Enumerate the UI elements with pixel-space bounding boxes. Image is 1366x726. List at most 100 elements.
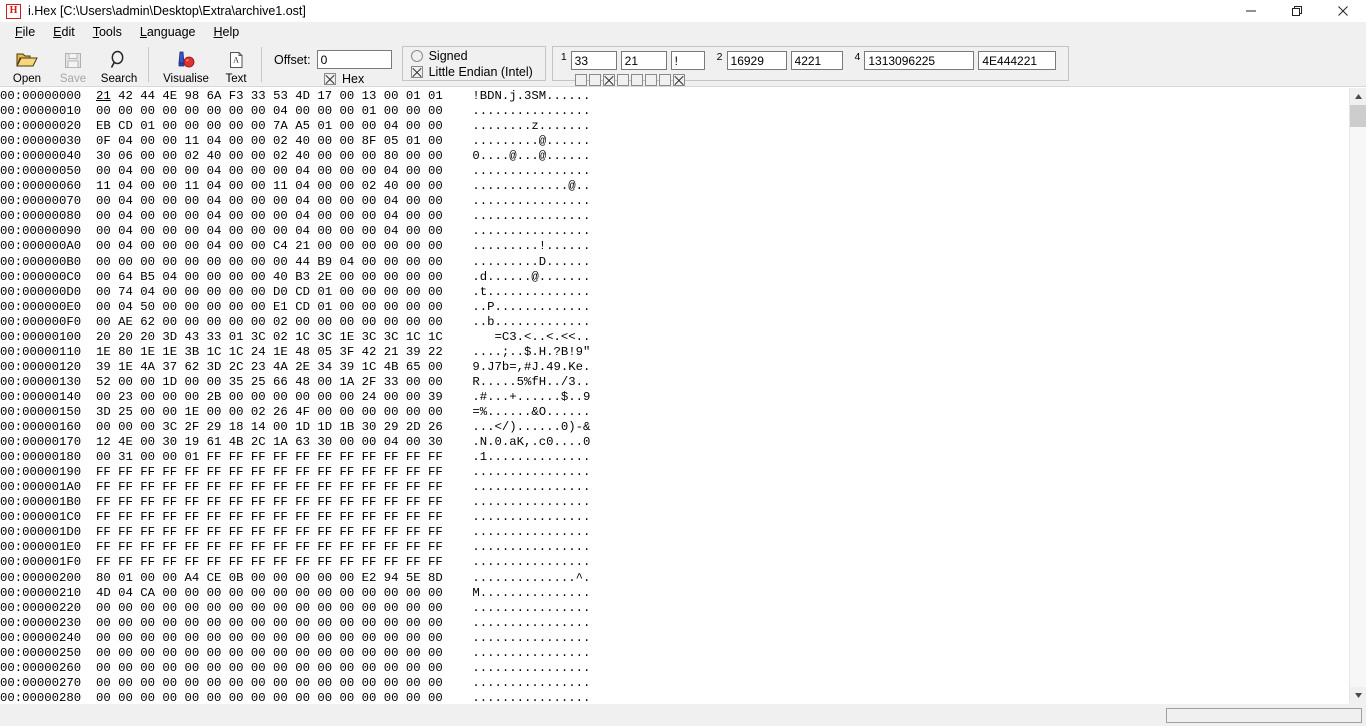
hex-row-ascii[interactable]: ..............^. bbox=[472, 571, 590, 585]
hex-row-ascii[interactable]: =%......&O...... bbox=[472, 405, 590, 419]
hex-row-bytes[interactable]: 00 00 00 00 00 00 00 00 00 00 00 00 00 0… bbox=[96, 601, 443, 615]
hex-row[interactable]: 00:00000180 00 31 00 00 01 FF FF FF FF F… bbox=[0, 450, 1349, 465]
hex-row-bytes[interactable]: FF FF FF FF FF FF FF FF FF FF FF FF FF F… bbox=[96, 495, 443, 509]
hex-row-bytes[interactable]: FF FF FF FF FF FF FF FF FF FF FF FF FF F… bbox=[96, 510, 443, 524]
hex-row-ascii[interactable]: ................ bbox=[472, 631, 590, 645]
hex-row-ascii[interactable]: ...</)......0)-& bbox=[472, 420, 590, 434]
hex-row-ascii[interactable]: ................ bbox=[472, 540, 590, 554]
minimize-button[interactable] bbox=[1228, 0, 1274, 22]
hex-checkbox[interactable] bbox=[324, 73, 336, 85]
hex-row[interactable]: 00:00000020 EB CD 01 00 00 00 00 00 7A A… bbox=[0, 119, 1349, 134]
bit-checkbox-2[interactable] bbox=[602, 74, 615, 86]
hex-row-ascii[interactable]: ................ bbox=[472, 691, 590, 704]
menu-item-language[interactable]: Language bbox=[131, 23, 205, 41]
hex-row-bytes[interactable]: 00 04 00 00 00 04 00 00 00 04 00 00 00 0… bbox=[96, 224, 443, 238]
hex-row-ascii[interactable]: .........@...... bbox=[472, 134, 590, 148]
byte-hex-input[interactable] bbox=[620, 51, 667, 70]
hex-row-ascii[interactable]: ................ bbox=[472, 555, 590, 569]
hex-row-bytes[interactable]: 00 23 00 00 00 2B 00 00 00 00 00 00 24 0… bbox=[96, 390, 443, 404]
hex-row-ascii[interactable]: 0....@...@...... bbox=[472, 149, 590, 163]
hex-row[interactable]: 00:000001F0 FF FF FF FF FF FF FF FF FF F… bbox=[0, 555, 1349, 570]
scroll-up-button[interactable] bbox=[1350, 88, 1366, 105]
hex-row-bytes[interactable]: 39 1E 4A 37 62 3D 2C 23 4A 2E 34 39 1C 4… bbox=[96, 360, 443, 374]
hex-row[interactable]: 00:00000060 11 04 00 00 11 04 00 00 11 0… bbox=[0, 179, 1349, 194]
bit-checkbox-0[interactable] bbox=[574, 74, 587, 86]
hex-row-ascii[interactable]: ................ bbox=[472, 224, 590, 238]
hex-row-ascii[interactable]: ..P............. bbox=[472, 300, 590, 314]
hex-row[interactable]: 00:00000220 00 00 00 00 00 00 00 00 00 0… bbox=[0, 601, 1349, 616]
vertical-scrollbar-thumb[interactable] bbox=[1350, 105, 1366, 127]
bit-checkbox-1[interactable] bbox=[588, 74, 601, 86]
open-button[interactable]: Open bbox=[4, 45, 50, 85]
horizontal-scrollbar[interactable] bbox=[1130, 701, 1366, 726]
hex-row[interactable]: 00:000000D0 00 74 04 00 00 00 00 00 D0 C… bbox=[0, 285, 1349, 300]
hex-row-ascii[interactable]: ................ bbox=[472, 480, 590, 494]
hex-row[interactable]: 00:000000B0 00 00 00 00 00 00 00 00 00 4… bbox=[0, 255, 1349, 270]
hex-row-ascii[interactable]: .........!...... bbox=[472, 239, 590, 253]
hex-row-bytes[interactable]: 00 00 00 00 00 00 00 00 00 00 00 00 00 0… bbox=[96, 616, 443, 630]
search-button[interactable]: Search bbox=[96, 45, 142, 85]
hex-row[interactable]: 00:00000080 00 04 00 00 00 04 00 00 00 0… bbox=[0, 209, 1349, 224]
bit-checkbox-6[interactable] bbox=[658, 74, 671, 86]
hex-row-bytes[interactable]: FF FF FF FF FF FF FF FF FF FF FF FF FF F… bbox=[96, 525, 443, 539]
hex-row[interactable]: 00:00000280 00 00 00 00 00 00 00 00 00 0… bbox=[0, 691, 1349, 704]
hex-row-bytes[interactable]: 80 01 00 00 A4 CE 0B 00 00 00 00 00 E2 9… bbox=[96, 571, 443, 585]
hex-row-bytes[interactable]: FF FF FF FF FF FF FF FF FF FF FF FF FF F… bbox=[96, 465, 443, 479]
little-endian-checkbox[interactable] bbox=[410, 66, 423, 78]
hex-row-bytes[interactable]: 0F 04 00 00 11 04 00 00 02 40 00 00 8F 0… bbox=[96, 134, 443, 148]
hex-row[interactable]: 00:000000E0 00 04 50 00 00 00 00 00 E1 C… bbox=[0, 300, 1349, 315]
word-decimal-input[interactable] bbox=[726, 51, 787, 70]
hex-row-bytes[interactable]: 11 04 00 00 11 04 00 00 11 04 00 00 02 4… bbox=[96, 179, 443, 193]
hex-row-bytes[interactable]: 21 42 44 4E 98 6A F3 33 53 4D 17 00 13 0… bbox=[96, 89, 443, 103]
hex-row[interactable]: 00:000000A0 00 04 00 00 00 04 00 00 C4 2… bbox=[0, 239, 1349, 254]
bit-checkbox-5[interactable] bbox=[644, 74, 657, 86]
hex-row[interactable]: 00:00000210 4D 04 CA 00 00 00 00 00 00 0… bbox=[0, 586, 1349, 601]
hex-row-ascii[interactable]: R.....5%fH../3.. bbox=[472, 375, 590, 389]
hex-row[interactable]: 00:000001B0 FF FF FF FF FF FF FF FF FF F… bbox=[0, 495, 1349, 510]
hex-row-ascii[interactable]: ................ bbox=[472, 495, 590, 509]
hex-row[interactable]: 00:00000090 00 04 00 00 00 04 00 00 00 0… bbox=[0, 224, 1349, 239]
hex-row[interactable]: 00:000001D0 FF FF FF FF FF FF FF FF FF F… bbox=[0, 525, 1349, 540]
offset-input[interactable] bbox=[316, 50, 392, 69]
hex-row-bytes[interactable]: 00 04 50 00 00 00 00 00 E1 CD 01 00 00 0… bbox=[96, 300, 443, 314]
hex-row-bytes[interactable]: 52 00 00 1D 00 00 35 25 66 48 00 1A 2F 3… bbox=[96, 375, 443, 389]
hex-row-ascii[interactable]: .t.............. bbox=[472, 285, 590, 299]
hex-row-ascii[interactable]: ................ bbox=[472, 510, 590, 524]
hex-row[interactable]: 00:000000C0 00 64 B5 04 00 00 00 00 40 B… bbox=[0, 270, 1349, 285]
hex-row-bytes[interactable]: EB CD 01 00 00 00 00 00 7A A5 01 00 00 0… bbox=[96, 119, 443, 133]
hex-row-bytes[interactable]: 00 00 00 00 00 00 00 00 04 00 00 00 01 0… bbox=[96, 104, 443, 118]
bit-checkbox-4[interactable] bbox=[630, 74, 643, 86]
hex-row-ascii[interactable]: 9.J7b=,#J.49.Ke. bbox=[472, 360, 590, 374]
hex-row-bytes[interactable]: 00 00 00 00 00 00 00 00 00 00 00 00 00 0… bbox=[96, 646, 443, 660]
hex-row-bytes[interactable]: 12 4E 00 30 19 61 4B 2C 1A 63 30 00 00 0… bbox=[96, 435, 443, 449]
hex-row[interactable]: 00:00000240 00 00 00 00 00 00 00 00 00 0… bbox=[0, 631, 1349, 646]
hex-row[interactable]: 00:00000190 FF FF FF FF FF FF FF FF FF F… bbox=[0, 465, 1349, 480]
hex-row-ascii[interactable]: ................ bbox=[472, 676, 590, 690]
hex-row-bytes[interactable]: FF FF FF FF FF FF FF FF FF FF FF FF FF F… bbox=[96, 540, 443, 554]
hex-row-bytes[interactable]: 00 00 00 00 00 00 00 00 00 00 00 00 00 0… bbox=[96, 661, 443, 675]
hex-row[interactable]: 00:00000070 00 04 00 00 00 04 00 00 00 0… bbox=[0, 194, 1349, 209]
hex-row[interactable]: 00:00000160 00 00 00 3C 2F 29 18 14 00 1… bbox=[0, 420, 1349, 435]
hex-row-ascii[interactable]: ................ bbox=[472, 525, 590, 539]
hex-row-ascii[interactable]: ................ bbox=[472, 194, 590, 208]
menu-item-tools[interactable]: Tools bbox=[84, 23, 131, 41]
hex-row-bytes[interactable]: 00 AE 62 00 00 00 00 00 02 00 00 00 00 0… bbox=[96, 315, 443, 329]
menu-item-edit[interactable]: Edit bbox=[44, 23, 84, 41]
hex-row-ascii[interactable]: ....;..$.H.?B!9" bbox=[472, 345, 590, 359]
hex-row-ascii[interactable]: .............@.. bbox=[472, 179, 590, 193]
hex-row[interactable]: 00:00000110 1E 80 1E 1E 3B 1C 1C 24 1E 4… bbox=[0, 345, 1349, 360]
hex-row-bytes[interactable]: 00 00 00 00 00 00 00 00 00 00 00 00 00 0… bbox=[96, 676, 443, 690]
hex-row[interactable]: 00:000000F0 00 AE 62 00 00 00 00 00 02 0… bbox=[0, 315, 1349, 330]
hex-row-ascii[interactable]: ................ bbox=[472, 616, 590, 630]
hex-row-bytes[interactable]: 3D 25 00 00 1E 00 00 02 26 4F 00 00 00 0… bbox=[96, 405, 443, 419]
text-button[interactable]: A Text bbox=[217, 45, 255, 85]
hex-row[interactable]: 00:00000270 00 00 00 00 00 00 00 00 00 0… bbox=[0, 676, 1349, 691]
hex-row[interactable]: 00:000001E0 FF FF FF FF FF FF FF FF FF F… bbox=[0, 540, 1349, 555]
signed-checkbox[interactable] bbox=[410, 50, 423, 62]
hex-row[interactable]: 00:00000030 0F 04 00 00 11 04 00 00 02 4… bbox=[0, 134, 1349, 149]
hex-row[interactable]: 00:00000120 39 1E 4A 37 62 3D 2C 23 4A 2… bbox=[0, 360, 1349, 375]
hex-row[interactable]: 00:00000050 00 04 00 00 00 04 00 00 00 0… bbox=[0, 164, 1349, 179]
bit-checkbox-7[interactable] bbox=[672, 74, 685, 86]
hex-row-ascii[interactable]: .N.0.aK,.c0....0 bbox=[472, 435, 590, 449]
hex-row-bytes[interactable]: 00 04 00 00 00 04 00 00 C4 21 00 00 00 0… bbox=[96, 239, 443, 253]
